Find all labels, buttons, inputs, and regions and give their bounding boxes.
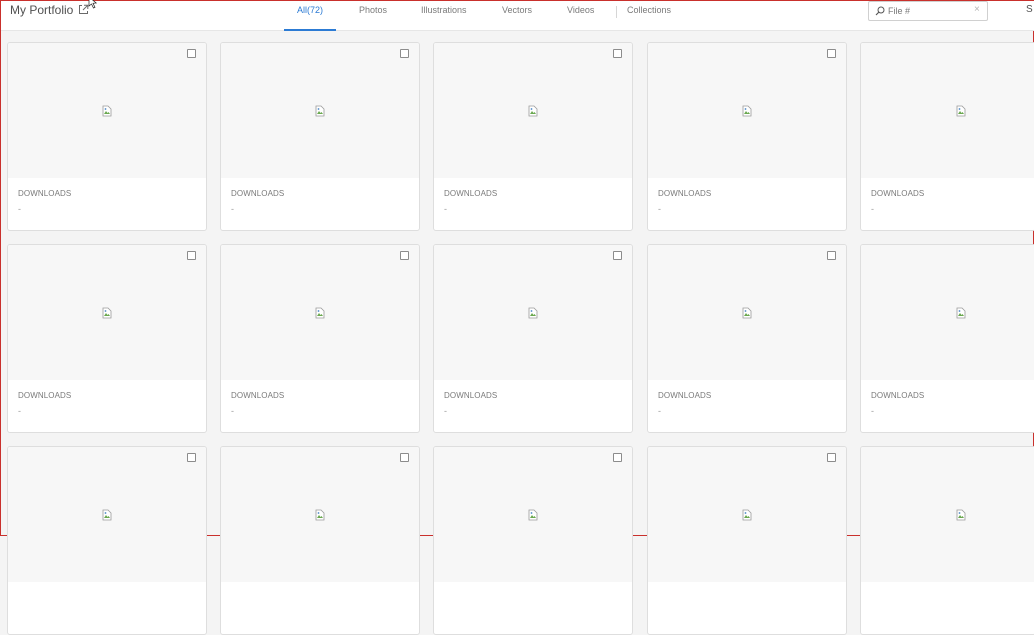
portfolio-card[interactable]: DOWNLOADS - [647,244,847,433]
broken-image-icon [956,105,966,117]
downloads-value: - [231,406,234,416]
downloads-label: DOWNLOADS [444,189,498,198]
card-thumbnail[interactable] [861,447,1034,582]
portfolio-card[interactable]: DOWNLOADS - [647,42,847,231]
card-thumbnail[interactable] [434,245,632,380]
portfolio-card[interactable]: DOWNLOADS - [860,42,1034,231]
downloads-label: DOWNLOADS [231,391,285,400]
broken-image-icon [315,307,325,319]
card-thumbnail[interactable] [861,43,1034,178]
clear-search-icon[interactable]: × [974,4,980,15]
portfolio-card[interactable]: DOWNLOADS - [220,244,420,433]
select-checkbox[interactable] [187,453,196,462]
card-thumbnail[interactable] [8,245,206,380]
portfolio-card[interactable]: DOWNLOADS - [860,244,1034,433]
broken-image-icon [102,105,112,117]
card-thumbnail[interactable] [434,447,632,582]
downloads-label: DOWNLOADS [18,189,72,198]
broken-image-icon [956,509,966,521]
card-thumbnail[interactable] [221,245,419,380]
card-thumbnail[interactable] [648,43,846,178]
select-checkbox[interactable] [613,251,622,260]
card-thumbnail[interactable] [221,43,419,178]
select-checkbox[interactable] [613,49,622,58]
broken-image-icon [528,509,538,521]
select-checkbox[interactable] [400,251,409,260]
tab-collections[interactable]: Collections [627,5,671,15]
downloads-value: - [871,204,874,214]
downloads-value: - [444,204,447,214]
page-title: My Portfolio [10,3,74,17]
broken-image-icon [528,105,538,117]
active-tab-indicator [284,29,336,31]
portfolio-card[interactable]: DOWNLOADS - [433,244,633,433]
downloads-value: - [231,204,234,214]
select-checkbox[interactable] [187,251,196,260]
downloads-value: - [18,406,21,416]
mouse-cursor-icon [88,0,98,9]
downloads-label: DOWNLOADS [231,189,285,198]
tab-vectors[interactable]: Vectors [502,5,532,15]
truncated-header-text: S [1026,4,1033,15]
broken-image-icon [315,509,325,521]
card-thumbnail[interactable] [221,447,419,582]
downloads-label: DOWNLOADS [658,189,712,198]
card-thumbnail[interactable] [648,447,846,582]
select-checkbox[interactable] [187,49,196,58]
portfolio-card[interactable] [860,446,1034,635]
select-checkbox[interactable] [613,453,622,462]
downloads-value: - [658,406,661,416]
broken-image-icon [102,307,112,319]
card-thumbnail[interactable] [8,447,206,582]
portfolio-card[interactable]: DOWNLOADS - [7,42,207,231]
portfolio-card[interactable]: DOWNLOADS - [7,244,207,433]
select-checkbox[interactable] [400,49,409,58]
portfolio-card[interactable] [220,446,420,635]
downloads-label: DOWNLOADS [444,391,498,400]
broken-image-icon [528,307,538,319]
broken-image-icon [315,105,325,117]
broken-image-icon [742,105,752,117]
select-checkbox[interactable] [827,49,836,58]
portfolio-card[interactable] [7,446,207,635]
portfolio-card[interactable] [647,446,847,635]
downloads-label: DOWNLOADS [871,189,925,198]
card-thumbnail[interactable] [648,245,846,380]
downloads-label: DOWNLOADS [871,391,925,400]
tab-photos[interactable]: Photos [359,5,387,15]
downloads-label: DOWNLOADS [18,391,72,400]
downloads-value: - [18,204,21,214]
downloads-value: - [444,406,447,416]
downloads-value: - [871,406,874,416]
portfolio-card[interactable]: DOWNLOADS - [220,42,420,231]
broken-image-icon [102,509,112,521]
card-thumbnail[interactable] [8,43,206,178]
tab-illustrations[interactable]: Illustrations [421,5,467,15]
select-checkbox[interactable] [400,453,409,462]
file-number-search-input[interactable] [888,4,968,17]
search-box[interactable]: × [868,1,988,21]
tab-divider [616,6,617,18]
top-bar: My Portfolio All(72) Photos Illustration… [1,0,1034,31]
portfolio-card[interactable] [433,446,633,635]
card-thumbnail[interactable] [861,245,1034,380]
broken-image-icon [742,307,752,319]
card-thumbnail[interactable] [434,43,632,178]
tab-videos[interactable]: Videos [567,5,594,15]
broken-image-icon [742,509,752,521]
search-icon [875,6,885,16]
tab-all[interactable]: All(72) [297,5,323,15]
select-checkbox[interactable] [827,251,836,260]
downloads-value: - [658,204,661,214]
downloads-label: DOWNLOADS [658,391,712,400]
broken-image-icon [956,307,966,319]
select-checkbox[interactable] [827,453,836,462]
portfolio-card[interactable]: DOWNLOADS - [433,42,633,231]
